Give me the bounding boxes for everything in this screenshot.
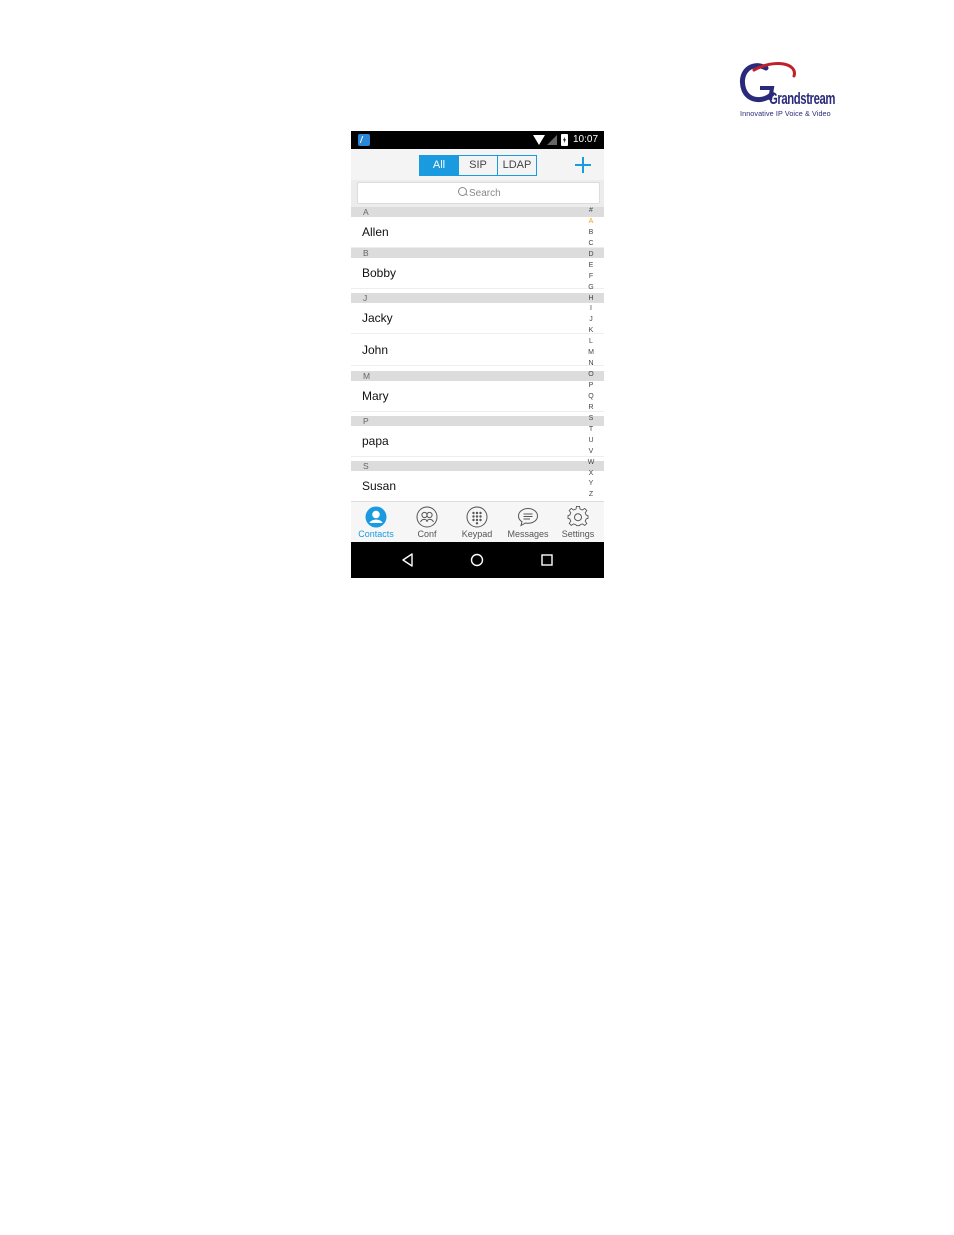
section-header: A <box>351 207 604 217</box>
contact-name: Allen <box>362 225 389 239</box>
index-letter[interactable]: S <box>585 414 597 425</box>
battery-icon <box>561 134 568 146</box>
contact-row[interactable]: Mary <box>351 381 604 412</box>
search-input[interactable]: Search <box>357 182 600 204</box>
grandstream-logo: Grandstream Innovative IP Voice & Video <box>736 60 840 122</box>
section-header: J <box>351 293 604 303</box>
index-letter[interactable]: O <box>585 370 597 381</box>
contact-name: John <box>362 343 389 357</box>
index-letter[interactable]: K <box>585 326 597 337</box>
tab-all[interactable]: All <box>420 156 459 175</box>
search-icon <box>458 187 467 196</box>
index-letter[interactable]: B <box>585 228 597 239</box>
index-letter[interactable]: W <box>585 458 597 469</box>
nav-contacts[interactable]: Contacts <box>351 502 401 543</box>
bottom-nav: Contacts Conf Keypad Messages Settings <box>351 501 604 543</box>
index-letter[interactable]: J <box>585 315 597 326</box>
contact-row[interactable]: Susan <box>351 471 604 502</box>
contact-name: Susan <box>362 479 397 493</box>
nav-keypad[interactable]: Keypad <box>452 502 502 543</box>
contact-name: papa <box>362 434 389 448</box>
contact-name: Jacky <box>362 311 393 325</box>
contact-row[interactable]: John <box>351 335 604 366</box>
index-letter[interactable]: I <box>585 304 597 315</box>
contact-row[interactable]: Jacky <box>351 303 604 334</box>
status-time: 10:07 <box>573 134 599 145</box>
index-letter[interactable]: T <box>585 425 597 436</box>
contact-row[interactable]: Allen <box>351 217 604 248</box>
nav-settings[interactable]: Settings <box>553 502 603 543</box>
tab-sip[interactable]: SIP <box>459 156 498 175</box>
status-bar: 10:07 <box>351 131 604 149</box>
contact-name: Mary <box>362 389 389 403</box>
index-letter[interactable]: R <box>585 403 597 414</box>
index-letter[interactable]: N <box>585 359 597 370</box>
conference-icon <box>416 506 438 528</box>
system-nav-bar <box>351 542 604 578</box>
index-letter[interactable]: Z <box>585 490 597 501</box>
index-letter[interactable]: F <box>585 272 597 283</box>
settings-icon <box>567 506 589 527</box>
index-letter[interactable]: C <box>585 239 597 250</box>
plus-icon[interactable] <box>575 157 591 173</box>
index-letter[interactable]: E <box>585 261 597 272</box>
index-letter[interactable]: V <box>585 447 597 458</box>
index-letter[interactable]: U <box>585 436 597 447</box>
wifi-icon <box>533 135 545 145</box>
section-header: B <box>351 248 604 258</box>
top-bar: All SIP LDAP <box>351 149 604 180</box>
home-icon[interactable] <box>468 551 486 569</box>
search-placeholder: Search <box>469 188 501 199</box>
index-letter[interactable]: H <box>585 294 597 305</box>
index-letter[interactable]: M <box>585 348 597 359</box>
contact-list: A Allen B Bobby J Jacky John M Mary P pa… <box>351 207 604 502</box>
section-header: S <box>351 461 604 471</box>
brand-tagline: Innovative IP Voice & Video <box>740 109 831 118</box>
nav-messages[interactable]: Messages <box>503 502 553 543</box>
index-letter[interactable]: A <box>585 217 597 228</box>
tab-ldap[interactable]: LDAP <box>498 156 536 175</box>
messages-icon <box>517 507 539 527</box>
index-letter[interactable]: D <box>585 250 597 261</box>
index-letter[interactable]: X <box>585 469 597 480</box>
contacts-icon <box>365 506 387 528</box>
nav-conf[interactable]: Conf <box>402 502 452 543</box>
alphabet-index[interactable]: # A B C D E F G H I J K L M N O P Q R S T U V W X Y Z <box>585 206 597 502</box>
recents-icon[interactable] <box>538 551 556 569</box>
signal-icon <box>547 135 557 145</box>
search-bar: Search <box>351 180 604 207</box>
brand-wordmark: Grandstream <box>769 89 835 108</box>
index-letter[interactable]: L <box>585 337 597 348</box>
phone-screen: 10:07 All SIP LDAP Search A Allen B Bobb… <box>351 131 604 578</box>
index-letter[interactable]: G <box>585 283 597 294</box>
section-header: M <box>351 371 604 381</box>
back-icon[interactable] <box>399 551 417 569</box>
app-badge-icon <box>358 134 370 146</box>
contact-row[interactable]: Bobby <box>351 258 604 289</box>
index-letter[interactable]: Y <box>585 479 597 490</box>
contact-row[interactable]: papa <box>351 426 604 457</box>
index-letter[interactable]: # <box>585 206 597 217</box>
index-letter[interactable]: P <box>585 381 597 392</box>
keypad-icon <box>466 506 488 528</box>
contact-source-tabs: All SIP LDAP <box>419 155 537 176</box>
section-header: P <box>351 416 604 426</box>
contact-name: Bobby <box>362 266 397 280</box>
index-letter[interactable]: Q <box>585 392 597 403</box>
